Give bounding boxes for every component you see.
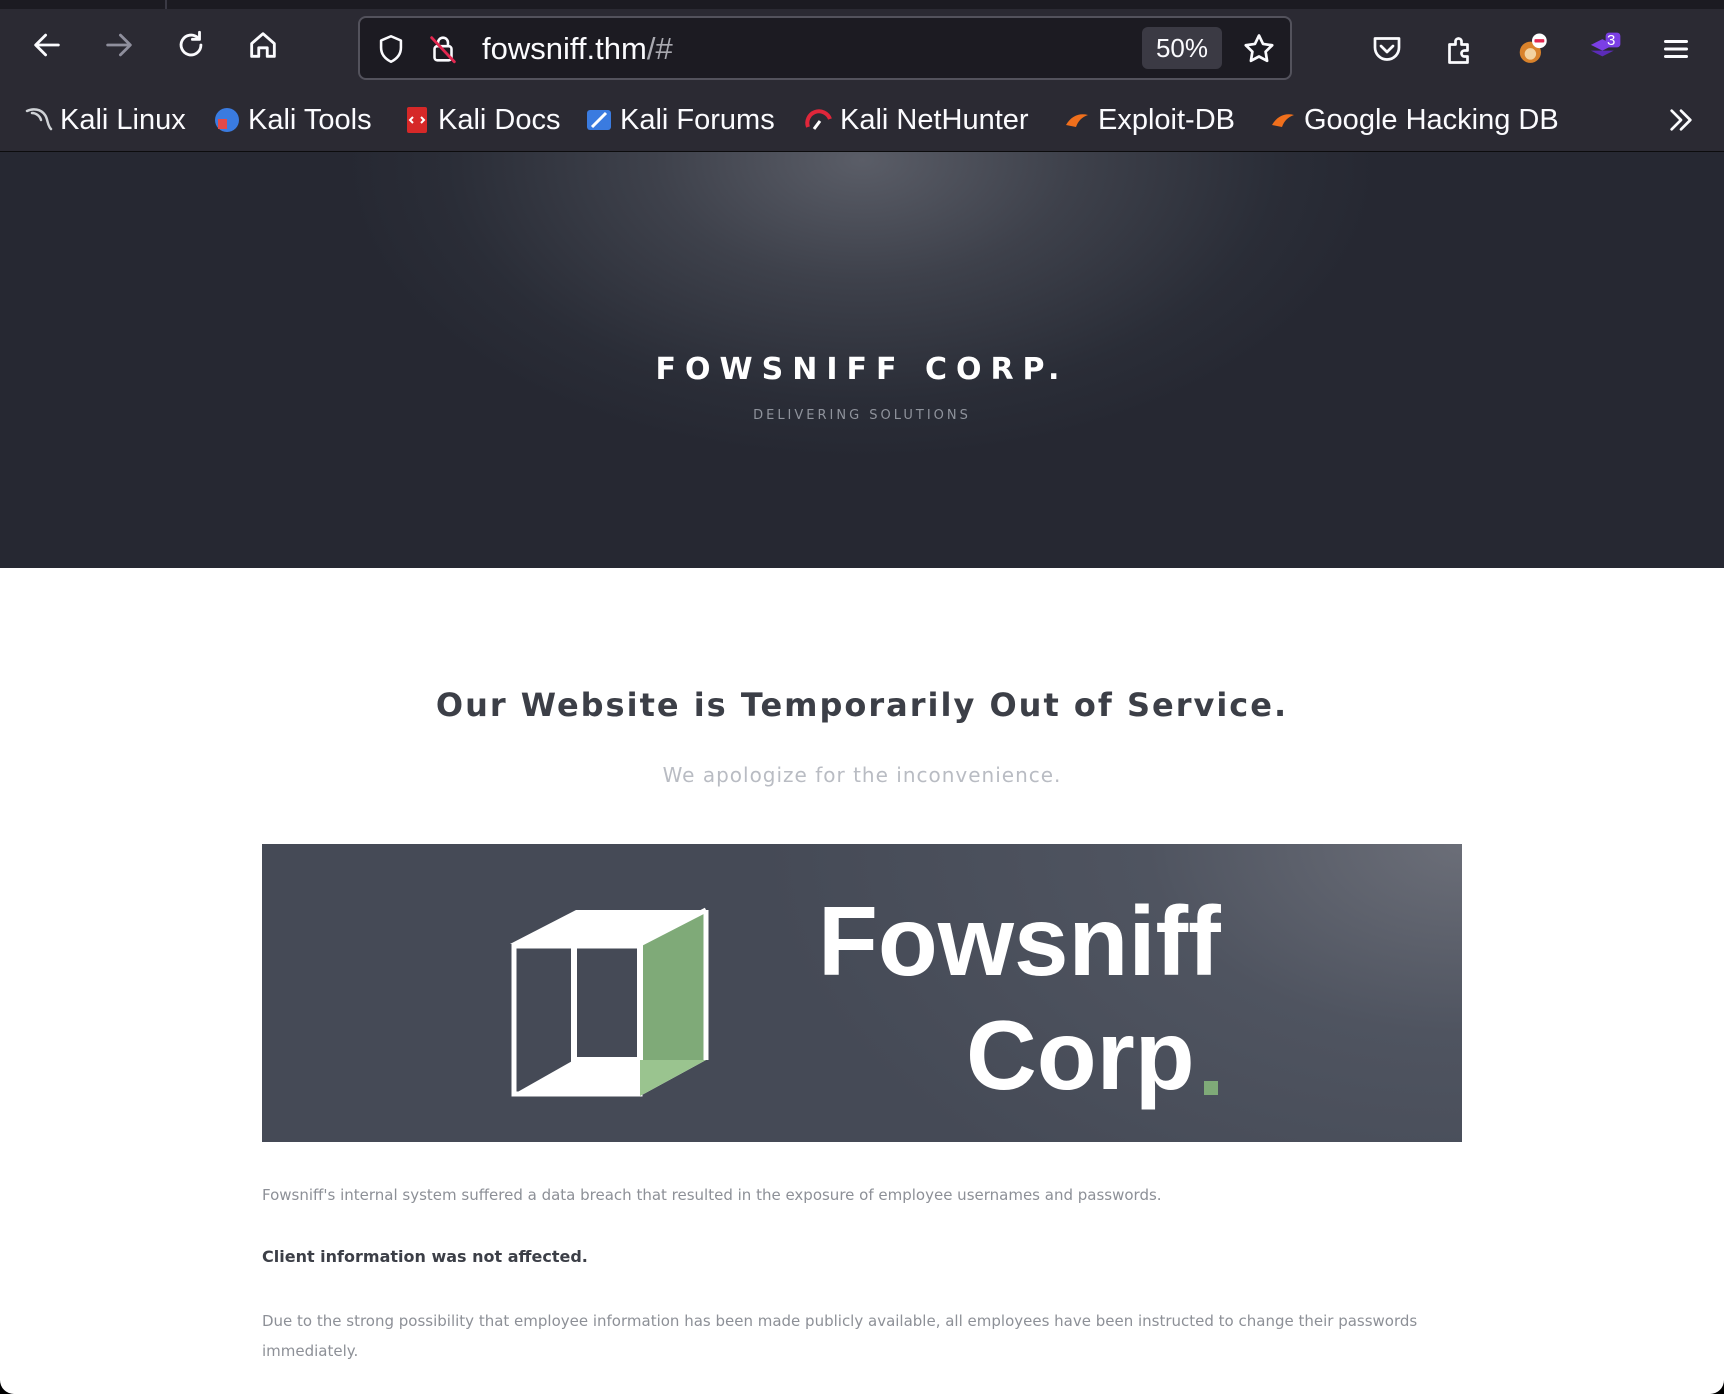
bookmark-kali-forums[interactable]: Kali Forums	[584, 101, 775, 139]
bookmark-kali-nethunter[interactable]: Kali NetHunter	[804, 101, 1029, 139]
page-subheading: We apologize for the inconvenience.	[662, 763, 1062, 787]
reload-button[interactable]	[167, 21, 215, 69]
bookmark-kali-docs[interactable]: Kali Docs	[402, 101, 561, 139]
page-content: FOWSNIFF CORP. DELIVERING SOLUTIONS Our …	[0, 152, 1724, 1394]
home-icon	[250, 32, 276, 58]
extension-badge-count: 3	[1607, 32, 1616, 49]
ghdb-icon	[1268, 105, 1298, 135]
puzzle-icon	[1448, 37, 1469, 64]
cube-logo-icon	[510, 907, 709, 1097]
bookmark-label: Kali Tools	[248, 103, 372, 136]
bookmark-label: Google Hacking DB	[1304, 103, 1559, 136]
layers-icon	[1590, 32, 1621, 57]
foxyproxy-extension-button[interactable]	[1504, 21, 1560, 77]
kali-docs-icon	[402, 105, 432, 135]
url-text[interactable]: fowsniff.thm/#	[482, 30, 673, 68]
hamburger-icon	[1664, 40, 1688, 58]
bookmark-exploit-db[interactable]: Exploit-DB	[1062, 101, 1235, 139]
kali-dragon-icon	[24, 105, 54, 135]
bookmarks-overflow-button[interactable]	[1660, 101, 1702, 139]
menu-button[interactable]	[1648, 21, 1704, 77]
client-info-paragraph: Client information was not affected.	[262, 1247, 588, 1266]
forward-button[interactable]	[95, 21, 143, 69]
reload-icon	[179, 30, 203, 57]
banner-green-dot	[1204, 1081, 1218, 1095]
bookmark-label: Exploit-DB	[1098, 103, 1235, 136]
banner-text-line2: Corp	[966, 1000, 1195, 1110]
star-icon[interactable]	[1240, 30, 1278, 68]
browser-window: fowsniff.thm/# 50% 3 Kali Linux Kali Too…	[0, 0, 1724, 1394]
bookmark-label: Kali Docs	[438, 103, 561, 136]
hero-title: FOWSNIFF CORP.	[655, 352, 1069, 387]
bookmark-label: Kali Linux	[60, 103, 186, 136]
stack-extension-button[interactable]: 3	[1576, 21, 1632, 77]
hero-subtitle: DELIVERING SOLUTIONS	[753, 408, 971, 423]
forward-arrow-icon	[106, 33, 132, 57]
company-banner-image: Fowsniff Corp	[262, 844, 1462, 1142]
banner-text-line1: Fowsniff	[818, 886, 1221, 996]
url-suffix: /#	[646, 31, 673, 66]
kali-tools-icon	[212, 105, 242, 135]
hero-section: FOWSNIFF CORP. DELIVERING SOLUTIONS	[0, 152, 1724, 568]
bookmark-kali-tools[interactable]: Kali Tools	[212, 101, 372, 139]
fox-extension-icon	[1519, 33, 1547, 63]
title-bar	[0, 0, 1724, 9]
insecure-lock-icon[interactable]	[424, 30, 462, 68]
navigation-toolbar: fowsniff.thm/# 50% 3	[0, 9, 1724, 89]
password-change-paragraph: Due to the strong possibility that emplo…	[262, 1312, 1418, 1360]
url-bar[interactable]: fowsniff.thm/# 50%	[358, 16, 1292, 80]
pocket-button[interactable]	[1359, 21, 1415, 77]
shield-icon[interactable]	[372, 30, 410, 68]
kali-nethunter-icon	[804, 105, 834, 135]
zoom-level-button[interactable]: 50%	[1142, 27, 1222, 69]
exploit-db-icon	[1062, 105, 1092, 135]
page-heading: Our Website is Temporarily Out of Servic…	[435, 686, 1289, 724]
breach-notice-paragraph: Fowsniff's internal system suffered a da…	[262, 1186, 1162, 1204]
chevron-double-right-icon	[1670, 109, 1692, 131]
bookmark-kali-linux[interactable]: Kali Linux	[24, 101, 186, 139]
tab-edge	[165, 0, 167, 9]
bookmark-label: Kali Forums	[620, 103, 775, 136]
bookmarks-toolbar: Kali Linux Kali Tools Kali Docs Kali For…	[0, 89, 1724, 152]
bookmark-google-hacking-db[interactable]: Google Hacking DB	[1268, 101, 1559, 139]
home-button[interactable]	[239, 21, 287, 69]
bookmark-label: Kali NetHunter	[840, 103, 1029, 136]
kali-forums-icon	[584, 105, 614, 135]
back-button[interactable]	[23, 21, 71, 69]
url-host: fowsniff.thm	[482, 31, 647, 66]
back-arrow-icon	[34, 33, 60, 57]
extensions-button[interactable]	[1432, 21, 1488, 77]
pocket-icon	[1373, 37, 1401, 61]
